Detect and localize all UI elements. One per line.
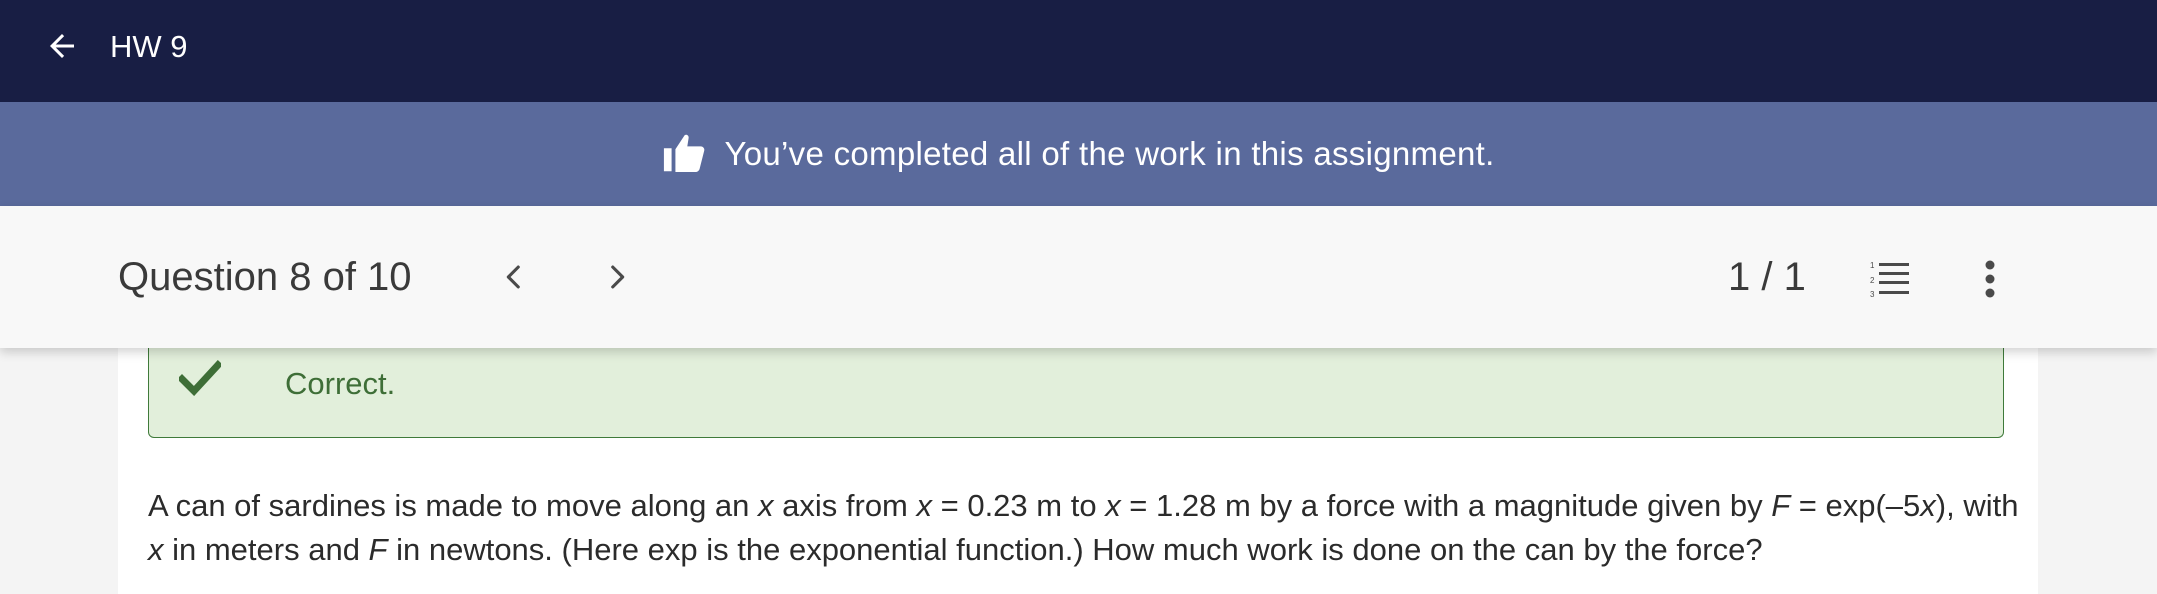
next-question-button[interactable] bbox=[592, 252, 642, 302]
more-vertical-icon bbox=[1985, 260, 1995, 298]
completion-banner: You’ve completed all of the work in this… bbox=[0, 102, 2157, 206]
banner-message: You’ve completed all of the work in this… bbox=[724, 135, 1495, 172]
back-button[interactable] bbox=[40, 24, 84, 68]
arrow-left-icon bbox=[50, 34, 74, 58]
previous-question-button[interactable] bbox=[489, 252, 539, 302]
question-title: Question 8 of 10 bbox=[118, 255, 412, 299]
question-navigation-bar: Question 8 of 10 1 / 1 1 2 3 bbox=[0, 206, 2157, 348]
question-list-button[interactable]: 1 2 3 bbox=[1868, 256, 1914, 302]
correct-feedback-box: Correct. bbox=[148, 348, 2004, 438]
numbered-list-icon: 1 2 3 bbox=[1870, 261, 1909, 299]
question-content: Correct. A can of sardines is made to mo… bbox=[118, 348, 2038, 594]
svg-text:3: 3 bbox=[1870, 290, 1875, 299]
question-text: A can of sardines is made to move along … bbox=[148, 488, 2019, 567]
more-options-button[interactable] bbox=[1970, 256, 2010, 302]
assignment-title: HW 9 bbox=[110, 29, 188, 64]
feedback-message: Correct. bbox=[285, 366, 396, 401]
thumbs-up-icon bbox=[662, 131, 708, 177]
checkmark-icon bbox=[179, 360, 221, 396]
part-counter: 1 / 1 bbox=[1728, 255, 1806, 299]
svg-text:2: 2 bbox=[1870, 276, 1875, 285]
svg-text:1: 1 bbox=[1870, 261, 1875, 270]
app-header: HW 9 bbox=[0, 0, 2157, 102]
chevron-left-icon bbox=[506, 265, 520, 289]
chevron-right-icon bbox=[611, 265, 625, 289]
